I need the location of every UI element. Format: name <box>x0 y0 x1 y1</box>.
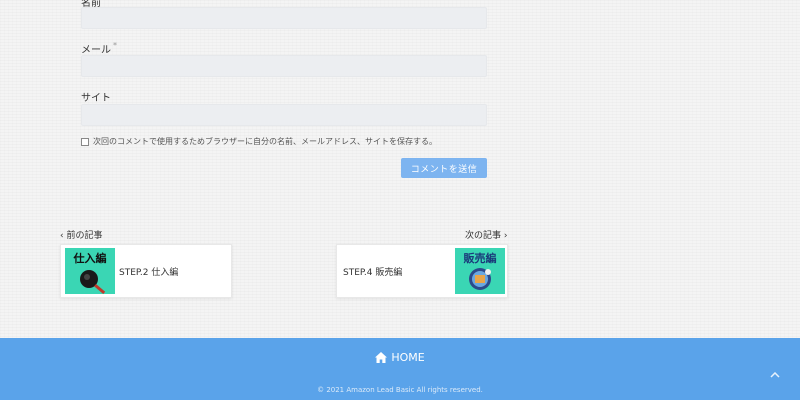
next-post-title: STEP.4 販売編 <box>343 268 403 278</box>
frying-pan-icon <box>80 270 106 294</box>
name-field[interactable] <box>81 7 487 29</box>
site-field[interactable] <box>81 104 487 126</box>
copyright-text: © 2021 Amazon Lead Basic All rights rese… <box>317 386 483 394</box>
save-info-row: 次回のコメントで使用するためブラウザーに自分の名前、メールアドレス、サイトを保存… <box>81 136 437 147</box>
submit-comment-button[interactable]: コメントを送信 <box>401 158 487 178</box>
site-label: サイト <box>81 89 111 104</box>
prev-post-label: 前の記事 <box>66 231 103 241</box>
next-post-card[interactable]: STEP.4 販売編 販売編 <box>336 244 508 298</box>
site-footer: HOME © 2021 Amazon Lead Basic All rights… <box>0 338 800 400</box>
home-link[interactable]: HOME <box>0 351 800 364</box>
site-label-text: サイト <box>81 93 111 104</box>
prev-post-card[interactable]: 仕入編 STEP.2 仕入編 <box>60 244 232 298</box>
shipping-box-icon <box>469 268 491 290</box>
chevron-right-icon: › <box>503 231 508 241</box>
back-to-top-button[interactable] <box>770 368 780 381</box>
chevron-up-icon <box>770 371 780 378</box>
email-label: メール * <box>81 41 117 56</box>
save-info-text: 次回のコメントで使用するためブラウザーに自分の名前、メールアドレス、サイトを保存… <box>93 137 437 146</box>
email-field[interactable] <box>81 55 487 77</box>
save-info-checkbox[interactable] <box>81 137 89 146</box>
prev-post-thumbnail: 仕入編 <box>65 248 115 294</box>
next-post-thumbnail: 販売編 <box>455 248 505 294</box>
home-icon <box>375 352 388 363</box>
next-post-label: 次の記事 <box>465 231 502 241</box>
next-post-link[interactable]: 次の記事 › <box>465 228 508 241</box>
chevron-left-icon: ‹ <box>60 231 64 241</box>
required-mark: * <box>113 41 117 50</box>
home-label: HOME <box>391 351 425 364</box>
prev-post-title: STEP.2 仕入編 <box>119 268 179 278</box>
prev-post-link[interactable]: ‹ 前の記事 <box>60 228 103 241</box>
